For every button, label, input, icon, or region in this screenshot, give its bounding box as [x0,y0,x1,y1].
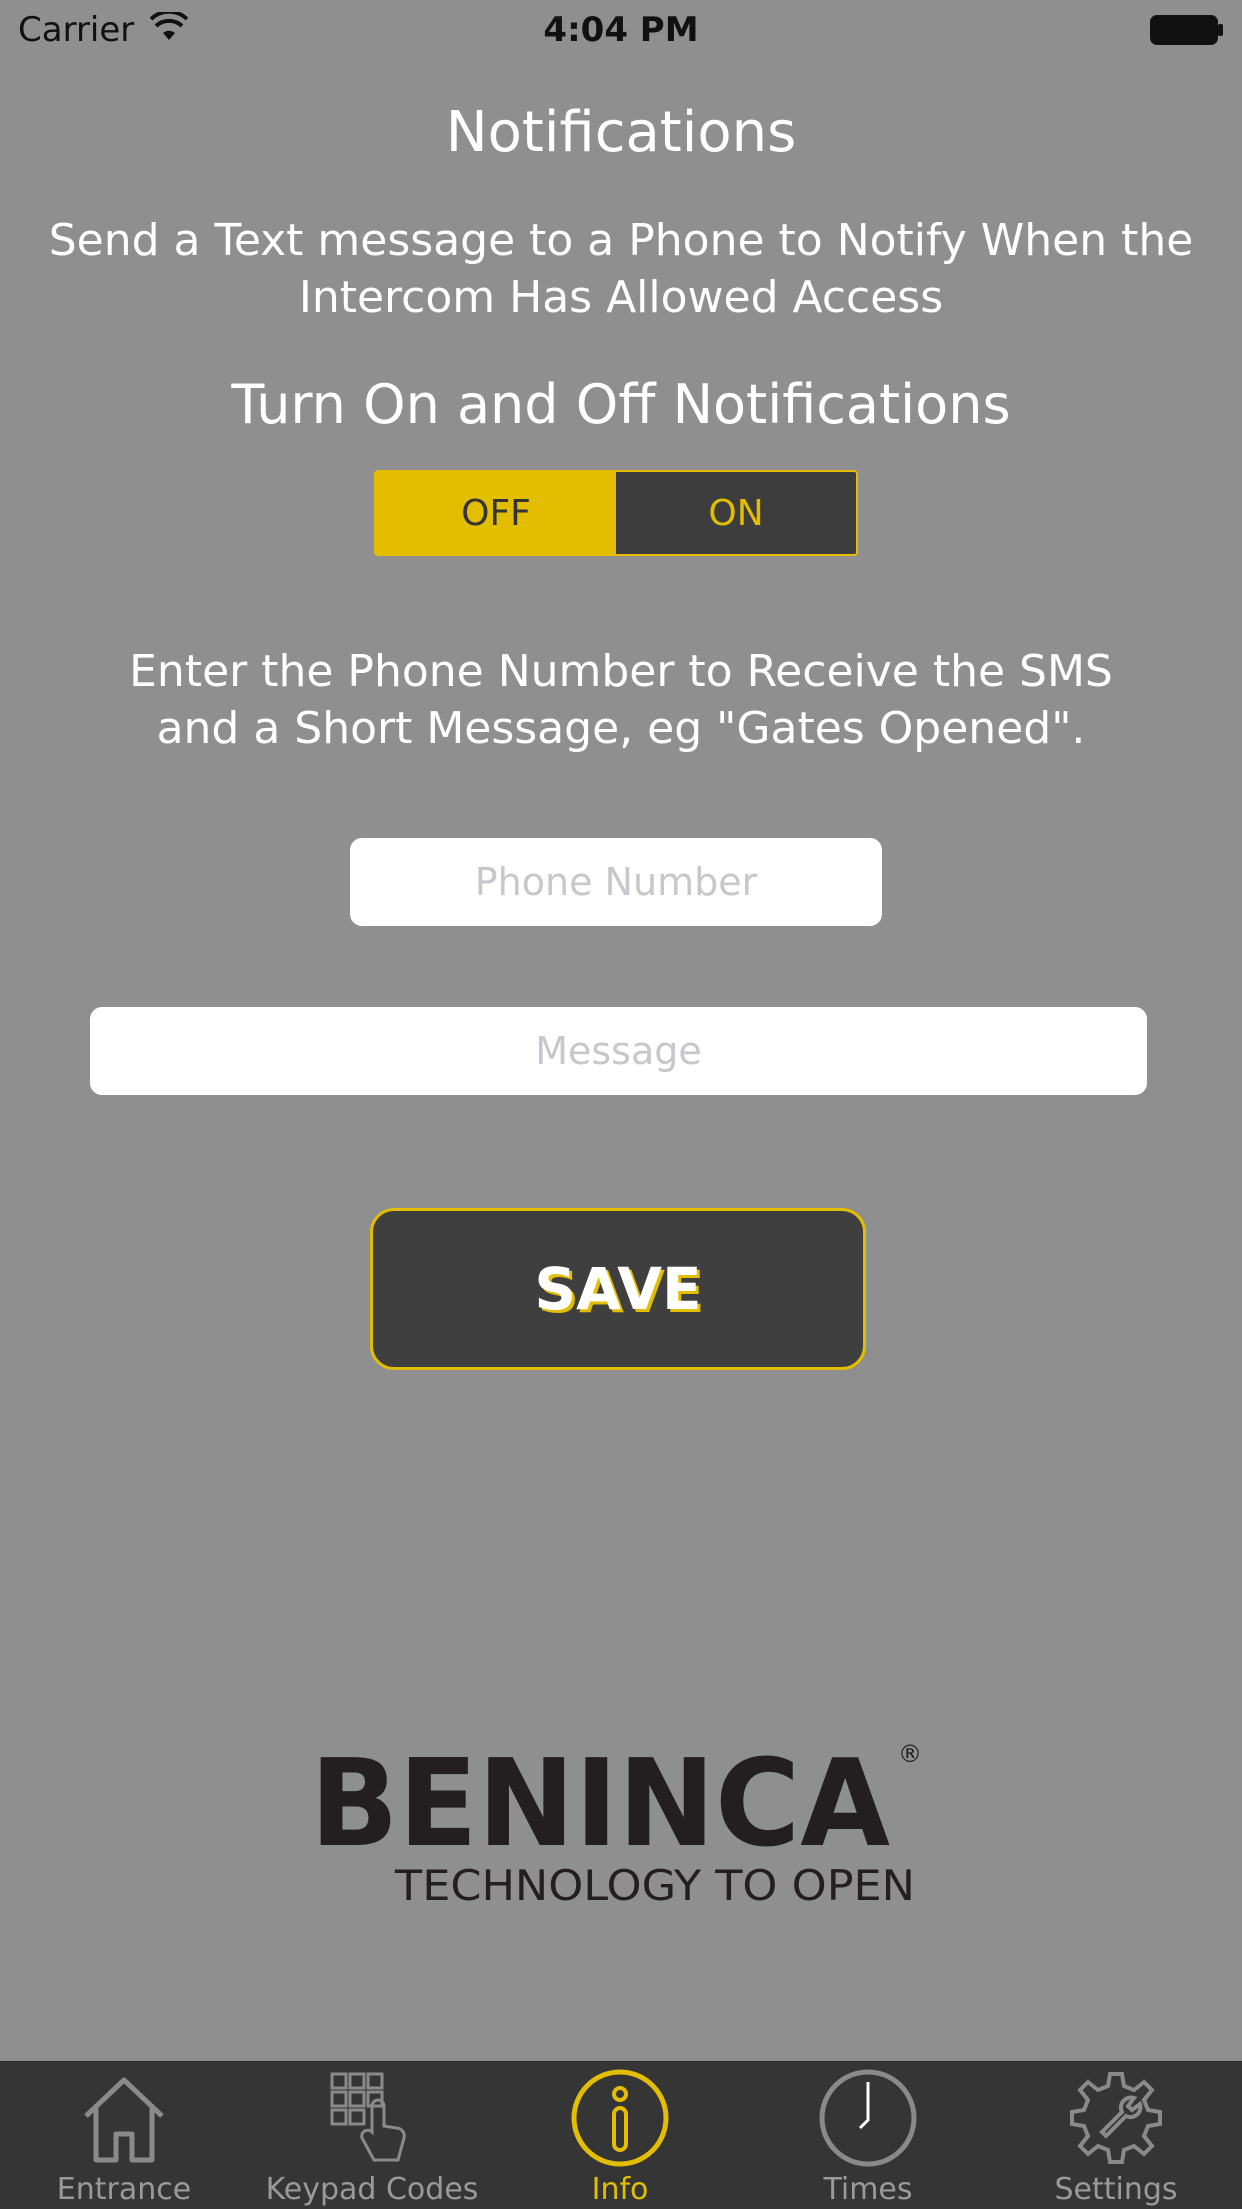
tab-settings[interactable]: Settings [992,2062,1240,2209]
gear-wrench-icon [1070,2072,1162,2164]
page-title: Notifications [445,100,797,165]
tab-label-times: Times [823,2172,913,2207]
toggle-on-segment[interactable]: ON [616,472,856,554]
status-time: 4:04 PM [543,10,699,50]
logo-registered-mark: ® [898,1740,922,1768]
toggle-heading: Turn On and Off Notifications [231,373,1011,436]
save-button[interactable]: SAVE [370,1208,866,1370]
house-icon [84,2077,164,2163]
beninca-logo: BENINCA ® TECHNOLOGY TO OPEN [310,1735,922,1910]
intro-text: Send a Text message to a Phone to Notify… [48,215,1194,323]
keypad-icon [330,2072,406,2162]
tab-entrance[interactable]: Entrance [0,2062,248,2209]
notifications-toggle: OFF ON [374,470,858,556]
logo-tagline: TECHNOLOGY TO OPEN [394,1861,915,1910]
save-label: SAVE [534,1255,702,1323]
status-bar: Carrier 4:04 PM [0,0,1242,60]
instructions-text: Enter the Phone Number to Receive the SM… [120,643,1122,757]
tab-info[interactable]: Info [496,2062,744,2209]
clock-icon [819,2069,917,2167]
tab-times[interactable]: Times [744,2062,992,2209]
toggle-off-segment[interactable]: OFF [376,472,616,554]
tab-label-keypad-codes: Keypad Codes [265,2172,479,2207]
tab-keypad-codes[interactable]: Keypad Codes [248,2062,496,2209]
info-icon [571,2069,669,2167]
message-input[interactable] [90,1007,1147,1095]
tab-label-info: Info [591,2172,649,2207]
tab-bar: Entrance Keypad Codes Info Times Setting… [0,2061,1242,2209]
tab-label-settings: Settings [1054,2172,1178,2207]
phone-number-input[interactable] [350,838,882,926]
instructions-label: Enter the Phone Number to Receive the SM… [129,646,1113,754]
tab-label-entrance: Entrance [56,2172,192,2207]
logo-brand: BENINCA [310,1735,890,1874]
battery-icon [1150,15,1223,45]
